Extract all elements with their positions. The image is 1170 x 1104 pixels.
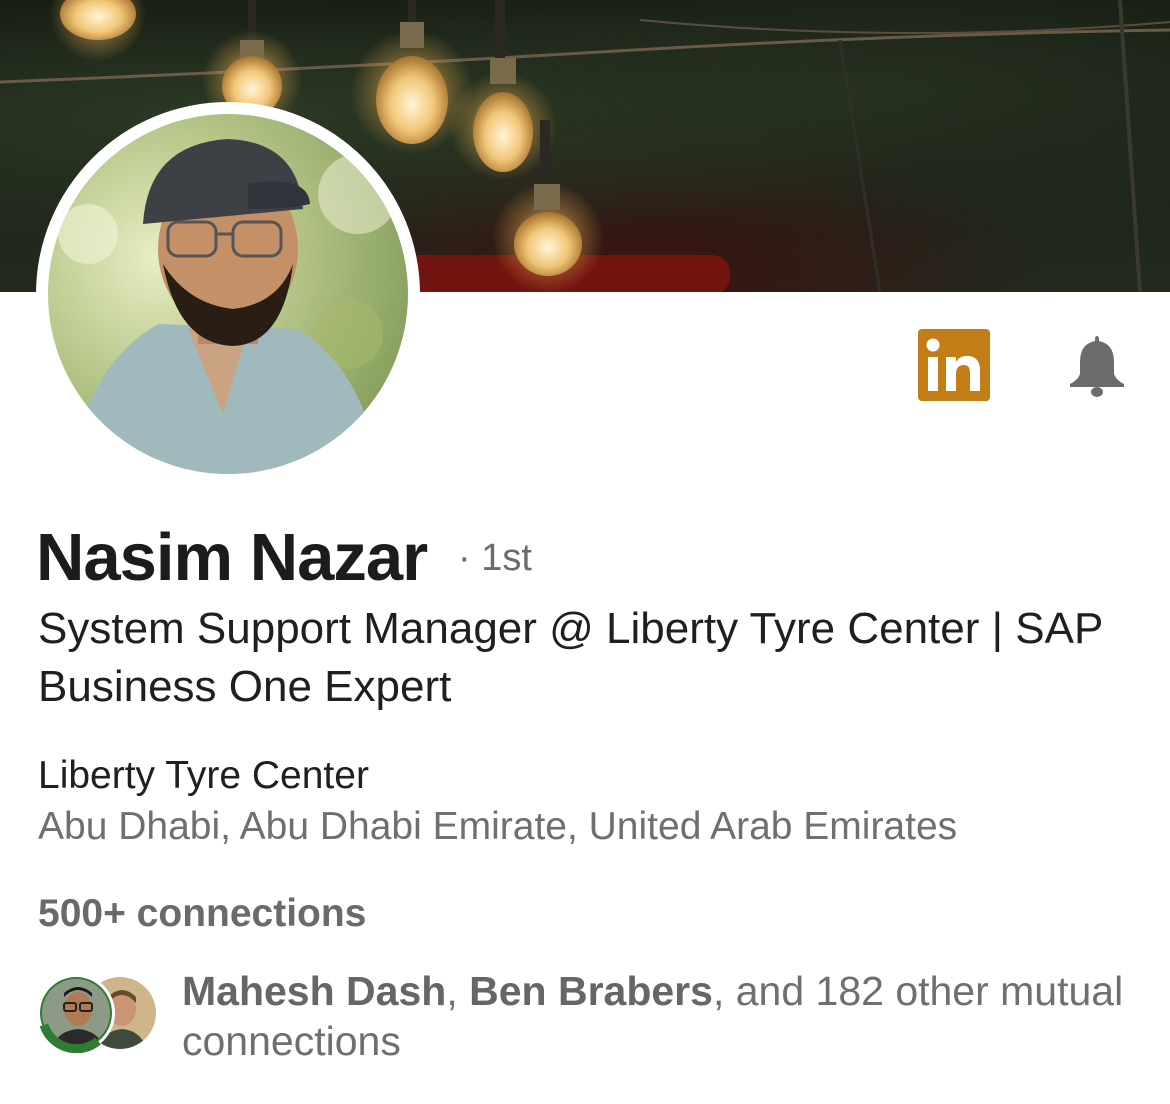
bell-icon[interactable] — [1064, 332, 1130, 398]
profile-name: Nasim Nazar — [36, 520, 428, 595]
profile-location: Abu Dhabi, Abu Dhabi Emirate, United Ara… — [38, 805, 958, 848]
current-company[interactable]: Liberty Tyre Center — [38, 752, 369, 800]
mutual-separator: , — [446, 968, 470, 1014]
mutual-connection-avatars[interactable] — [36, 974, 160, 1054]
mutual-name-1[interactable]: Mahesh Dash — [182, 968, 446, 1014]
mutual-name-2[interactable]: Ben Brabers — [469, 968, 713, 1014]
profile-photo-illustration — [48, 114, 408, 474]
linkedin-icon[interactable] — [918, 329, 990, 401]
connection-degree: · 1st — [458, 537, 532, 579]
mutual-connections-text[interactable]: Mahesh Dash, Ben Brabers, and 182 other … — [182, 966, 1142, 1066]
connections-count[interactable]: 500+ connections — [38, 890, 366, 938]
profile-photo[interactable] — [48, 114, 408, 474]
bulb-1 — [50, 0, 146, 62]
profile-headline: System Support Manager @ Liberty Tyre Ce… — [38, 604, 1103, 711]
